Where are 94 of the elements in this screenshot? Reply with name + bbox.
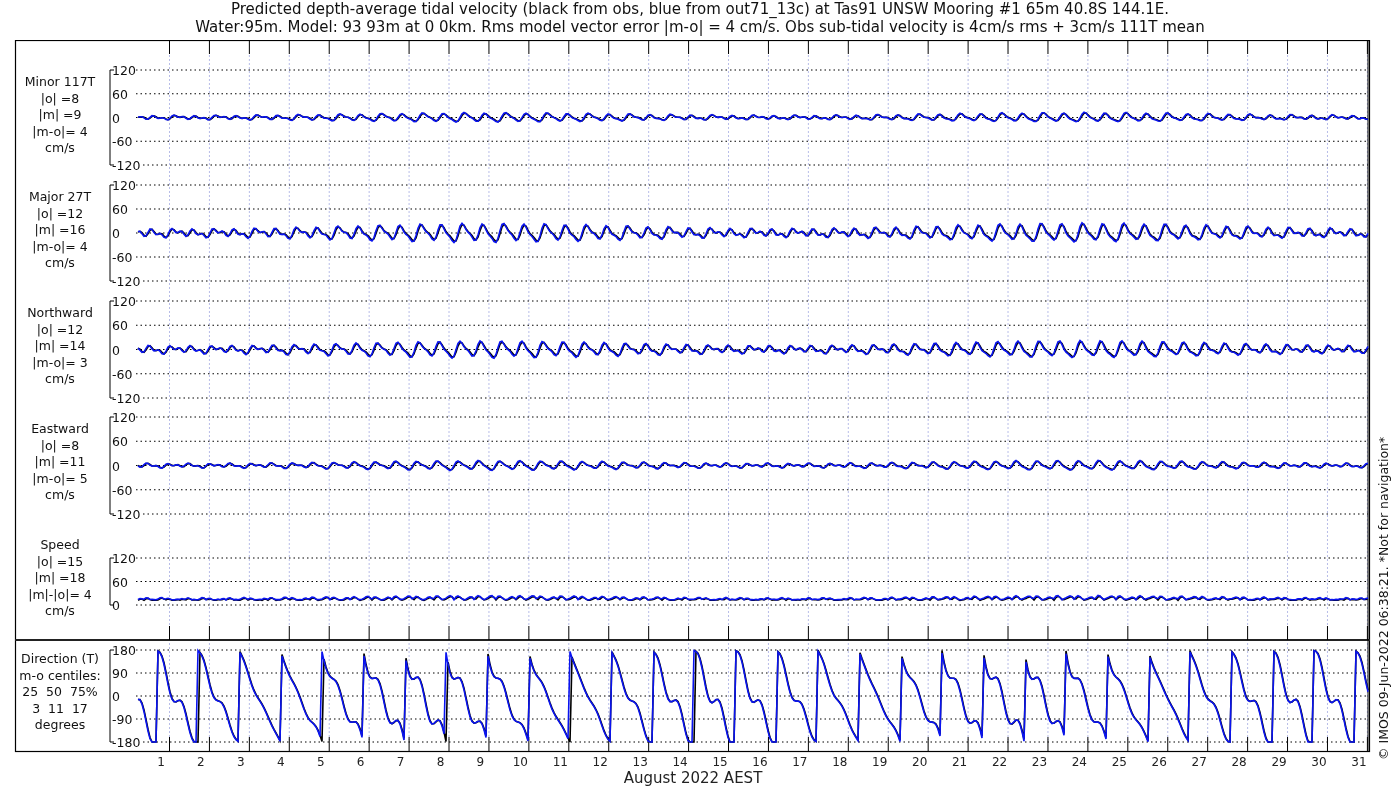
panel-label: |m-o|= 3 [32, 354, 88, 370]
panel-label: 3 11 17 [32, 700, 88, 716]
panel-label: cm/s [45, 371, 75, 386]
panel-label: |m| =11 [34, 454, 86, 469]
y-tick-label: -120 [112, 274, 141, 289]
day-label: 25 [1111, 755, 1127, 769]
day-label: 19 [872, 755, 888, 769]
day-label: 3 [237, 755, 245, 769]
panel-label: |m-o|= 4 [32, 238, 88, 254]
day-label: 5 [316, 755, 325, 769]
panel-label: |m-o|= 5 [32, 470, 88, 486]
y-tick-label: -120 [112, 391, 141, 406]
day-label: 8 [436, 755, 445, 769]
y-tick-label: 0 [112, 110, 120, 126]
panel-label: |m| =16 [34, 222, 86, 237]
y-tick-label: 60 [112, 202, 128, 217]
y-tick-label: -120 [112, 158, 141, 173]
panel-label: |o| =8 [40, 437, 80, 453]
day-label: 22 [991, 755, 1008, 769]
day-label: 6 [356, 755, 365, 769]
y-tick-label: 60 [112, 86, 128, 102]
panel-label: Major 27T [28, 189, 92, 204]
day-label: 1 [157, 755, 165, 769]
day-label: 30 [1311, 755, 1327, 769]
y-tick-label: 0 [112, 226, 120, 241]
day-label: 10 [512, 755, 528, 769]
y-tick-label: 0 [112, 342, 120, 358]
panel-label: m-o centiles: [19, 667, 101, 683]
x-axis-label: August 2022 AEST [623, 769, 763, 787]
panel-label: |o| =15 [36, 553, 84, 569]
panel-label: |m-o|= 4 [32, 123, 88, 139]
panel-label: cm/s [45, 140, 75, 155]
day-label: 16 [752, 755, 768, 769]
y-tick-label: -60 [112, 250, 133, 265]
y-tick-label: -60 [112, 134, 133, 150]
panel-label: |m| =18 [34, 570, 86, 585]
y-tick-label: 180 [112, 643, 136, 658]
day-label: 31 [1351, 755, 1367, 769]
panel-label: |m|-|o|= 4 [28, 586, 92, 602]
y-tick-label: 0 [112, 458, 120, 474]
day-label: 28 [1231, 755, 1247, 769]
day-label: 20 [912, 755, 928, 769]
y-tick-label: 120 [112, 410, 136, 425]
panel-label: |o| =8 [40, 90, 80, 106]
panel-label: Eastward [31, 421, 89, 436]
panel-label: Northward [27, 305, 93, 320]
day-label: 13 [632, 755, 648, 769]
day-label: 11 [552, 755, 568, 769]
y-tick-label: -90 [112, 712, 133, 727]
day-label: 29 [1271, 755, 1287, 769]
panel-label: cm/s [45, 255, 75, 270]
day-label: 15 [712, 755, 728, 769]
chart-title: Predicted depth-average tidal velocity (black from obs, blue from out71_13c) at Tas91 UNSW Mooring #1 65m 40.8S 144.1E. [231, 0, 1169, 18]
chart-title: Water:95m. Model: 93 93m at 0 0km. Rms model vector error |m-o| = 4 cm/s. Obs sub-tidal velocity is 4cm/s rms + 3cm/s 111T mean [195, 18, 1205, 36]
y-tick-label: -60 [112, 366, 133, 382]
y-tick-label: 120 [112, 294, 136, 309]
day-label: 4 [276, 755, 285, 769]
panel-label: cm/s [45, 603, 75, 618]
panel-label: degrees [34, 717, 86, 732]
y-tick-label: 120 [112, 178, 136, 193]
day-label: 21 [951, 755, 968, 769]
day-label: 18 [832, 755, 848, 769]
y-tick-label: 0 [112, 598, 120, 613]
panel-label: Direction (T) [21, 651, 99, 666]
panel-label: |m| =14 [34, 338, 86, 353]
y-tick-label: -60 [112, 482, 133, 498]
day-label: 9 [476, 755, 485, 769]
panel-label: cm/s [45, 487, 75, 502]
y-tick-label: -180 [112, 735, 141, 750]
day-label: 12 [592, 755, 608, 769]
y-tick-label: -120 [112, 507, 141, 522]
day-label: 7 [396, 755, 405, 769]
y-tick-label: 90 [112, 666, 128, 681]
y-tick-label: 60 [112, 434, 128, 450]
panel-label: |o| =12 [36, 321, 84, 337]
y-tick-label: 0 [112, 689, 120, 704]
panel-label: |m| =9 [38, 107, 82, 122]
y-axis [109, 557, 115, 606]
panel-label: Speed [40, 537, 80, 552]
y-tick-label: 60 [112, 318, 128, 334]
day-label: 2 [197, 755, 205, 769]
day-label: 14 [672, 755, 688, 769]
panel-label: 25 50 75% [22, 684, 98, 699]
panel-label: |o| =12 [36, 205, 84, 221]
day-label: 17 [792, 755, 808, 769]
day-label: 24 [1071, 755, 1088, 769]
y-tick-label: 120 [112, 551, 136, 566]
copyright-note: © IMOS 09-Jun-2022 06:38:21. *Not for navigation* [1376, 436, 1391, 760]
y-tick-label: 120 [112, 63, 136, 78]
panel-label: Minor 117T [24, 74, 96, 89]
day-label: 27 [1191, 755, 1207, 769]
day-label: 23 [1031, 755, 1048, 769]
day-label: 26 [1151, 755, 1167, 769]
y-tick-label: 60 [112, 574, 128, 590]
